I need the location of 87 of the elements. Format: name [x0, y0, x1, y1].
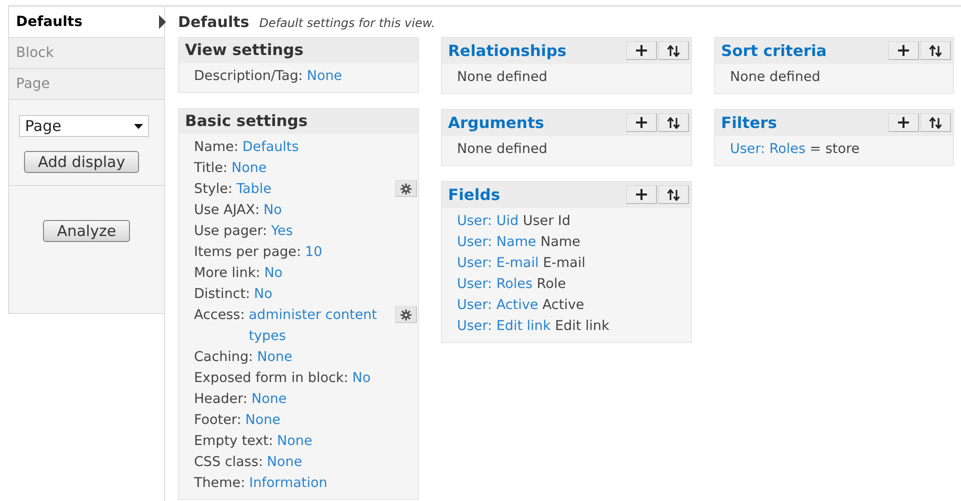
plus-icon [898, 45, 909, 56]
handler-link[interactable]: User: E-mail [457, 255, 539, 271]
add-button[interactable] [626, 113, 657, 132]
section-title: Basic settings [185, 112, 309, 130]
add-button[interactable] [626, 185, 657, 204]
setting-text: More link: No [194, 263, 412, 284]
setting-link[interactable]: Yes [271, 221, 293, 242]
setting-text: Description/Tag: None [194, 66, 412, 87]
setting-link[interactable]: No [254, 284, 272, 305]
rearrange-button[interactable] [658, 185, 689, 204]
handler-link[interactable]: User: Edit link [457, 318, 551, 334]
page-title: Defaults [178, 13, 250, 31]
setting-text: Access: administer content types [194, 305, 395, 347]
setting-link[interactable]: administer content types [248, 305, 395, 347]
empty-text: None defined [730, 68, 820, 87]
setting-text: CSS class: None [194, 452, 412, 473]
plus-icon [636, 45, 647, 56]
empty-text: None defined [457, 68, 548, 87]
handler-link[interactable]: User: Active [457, 297, 538, 313]
setting-link[interactable]: None [306, 66, 342, 87]
rearrange-button[interactable] [920, 113, 951, 132]
caret-icon [134, 124, 143, 128]
add-button[interactable] [888, 113, 919, 132]
rearrange-button[interactable] [658, 113, 689, 132]
setting-text: Items per page: 10 [194, 242, 412, 263]
setting-link[interactable]: No [352, 368, 371, 389]
display-select[interactable]: Page [19, 115, 149, 137]
display-tab[interactable]: Block [9, 38, 164, 69]
handler-text: User: Roles = store [730, 140, 860, 159]
plus-icon [636, 189, 647, 200]
add-display-button[interactable]: Add display [24, 151, 140, 173]
setting-text: Distinct: No [194, 284, 412, 305]
gear-icon [400, 182, 412, 194]
display-tab[interactable]: Defaults [9, 7, 164, 38]
settings-button[interactable] [395, 180, 417, 197]
display-tab[interactable]: Page [9, 69, 164, 100]
up-down-arrows-icon [667, 188, 680, 200]
rearrange-button[interactable] [920, 41, 951, 60]
setting-text: Style: Table [194, 179, 395, 200]
plus-icon [636, 117, 647, 128]
empty-text: None defined [457, 140, 548, 159]
handler-link[interactable]: User: Roles [457, 276, 532, 292]
setting-text: Exposed form in block: No [194, 368, 412, 389]
up-down-arrows-icon [667, 44, 680, 56]
setting-link[interactable]: 10 [305, 242, 322, 263]
up-down-arrows-icon [929, 116, 942, 128]
handler-text: User: Uid User Id [457, 212, 570, 231]
up-down-arrows-icon [929, 44, 942, 56]
gear-icon [400, 308, 412, 320]
setting-link[interactable]: None [231, 158, 267, 179]
setting-text: Footer: None [194, 410, 412, 431]
handler-link[interactable]: User: Name [457, 234, 536, 250]
handler-link[interactable]: User: Roles [730, 141, 806, 157]
setting-link[interactable]: None [266, 452, 302, 473]
setting-text: Use pager: Yes [194, 221, 412, 242]
setting-link[interactable]: Information [249, 473, 328, 494]
setting-link[interactable]: None [277, 431, 312, 452]
section-title: View settings [185, 41, 304, 59]
add-button[interactable] [626, 41, 657, 60]
setting-link[interactable]: Defaults [242, 137, 299, 158]
handler-text: User: Roles Role [457, 275, 566, 294]
setting-text: Caching: None [194, 347, 412, 368]
setting-link[interactable]: No [264, 200, 282, 221]
setting-text: Title: None [194, 158, 412, 179]
setting-text: Header: None [194, 389, 412, 410]
up-down-arrows-icon [667, 116, 680, 128]
handler-text: User: Name Name [457, 233, 580, 252]
setting-text: Use AJAX: No [194, 200, 412, 221]
rearrange-button[interactable] [658, 41, 689, 60]
setting-link[interactable]: None [257, 347, 292, 368]
pointer-icon [159, 15, 166, 29]
add-button[interactable] [888, 41, 919, 60]
page-description: Default settings for this view. [259, 16, 436, 30]
plus-icon [898, 117, 909, 128]
handler-text: User: E-mail E-mail [457, 254, 586, 273]
setting-text: Name: Defaults [194, 137, 412, 158]
setting-link[interactable]: None [251, 389, 287, 410]
setting-link[interactable]: None [245, 410, 280, 431]
handler-text: User: Active Active [457, 296, 584, 315]
handler-text: User: Edit link Edit link [457, 317, 610, 336]
handler-link[interactable]: User: Uid [457, 213, 519, 229]
setting-text: Empty text: None [194, 431, 412, 452]
setting-link[interactable]: Table [236, 179, 272, 200]
analyze-button[interactable]: Analyze [42, 220, 130, 242]
setting-link[interactable]: No [264, 263, 283, 284]
setting-text: Theme: Information [194, 473, 412, 494]
settings-button[interactable] [395, 306, 417, 323]
